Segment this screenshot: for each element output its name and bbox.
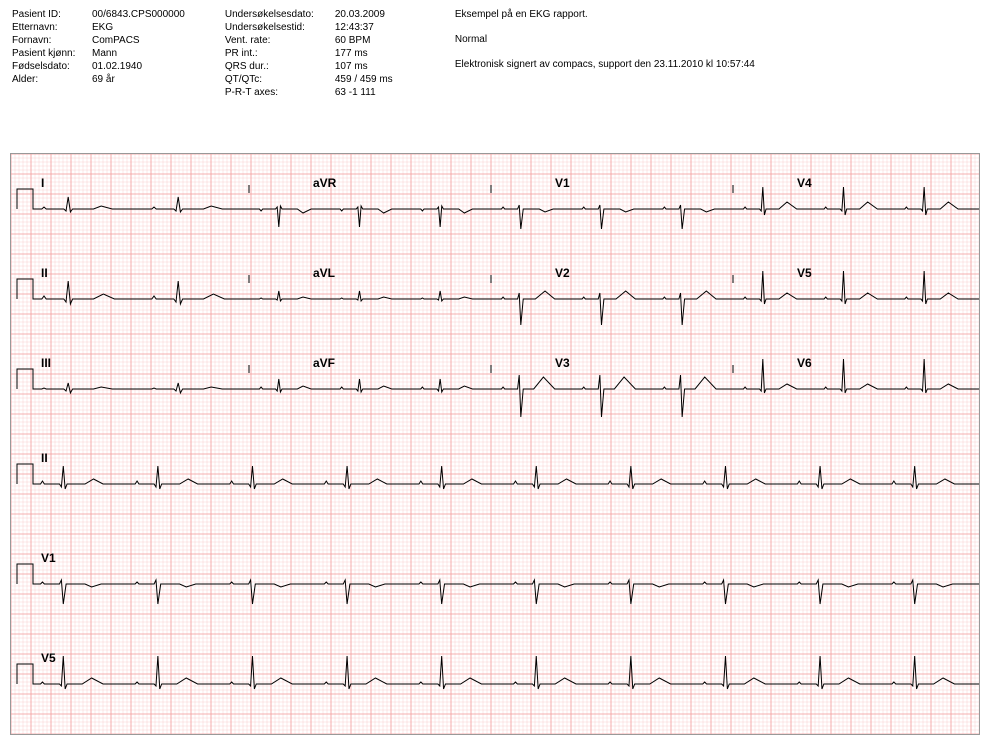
svg-text:II: II — [41, 266, 48, 280]
report-header: Pasient ID:Etternavn:Fornavn:Pasient kjø… — [0, 0, 988, 103]
svg-text:V5: V5 — [797, 266, 812, 280]
ekg-chart: IaVR V1 V4 II aVL V2 V5 III aVF V3 V6 II V1 V5 — [10, 153, 980, 735]
svg-text:V1: V1 — [41, 551, 56, 565]
patient-block: Pasient ID:Etternavn:Fornavn:Pasient kjø… — [12, 8, 185, 99]
svg-text:aVL: aVL — [313, 266, 335, 280]
svg-text:II: II — [41, 451, 48, 465]
svg-text:aVR: aVR — [313, 176, 337, 190]
svg-text:V3: V3 — [555, 356, 570, 370]
svg-text:I: I — [41, 176, 44, 190]
svg-text:V1: V1 — [555, 176, 570, 190]
svg-text:V4: V4 — [797, 176, 812, 190]
svg-text:aVF: aVF — [313, 356, 335, 370]
svg-text:III: III — [41, 356, 51, 370]
svg-text:V6: V6 — [797, 356, 812, 370]
notes-block: Eksempel på en EKG rapport.NormalElektro… — [455, 8, 755, 99]
measurement-block: Undersøkelsesdato:Undersøkelsestid:Vent.… — [225, 8, 415, 99]
svg-text:V2: V2 — [555, 266, 570, 280]
svg-text:V5: V5 — [41, 651, 56, 665]
